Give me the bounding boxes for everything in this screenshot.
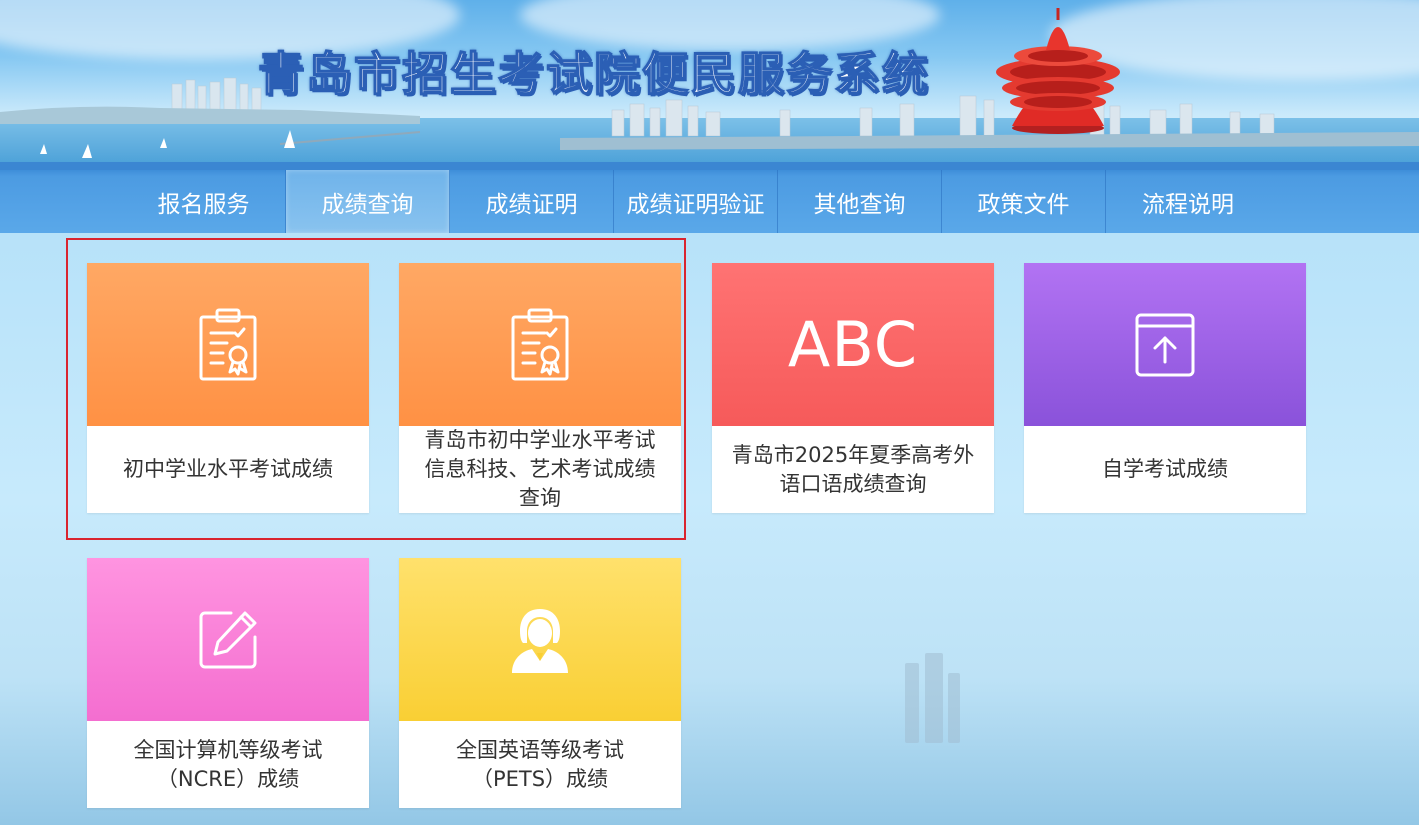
card-label: 全国计算机等级考试 （NCRE）成绩	[133, 737, 323, 791]
card-ncre-score[interactable]: 全国计算机等级考试 （NCRE）成绩	[87, 558, 369, 808]
nav-item-score-query[interactable]: 成绩查询	[286, 170, 450, 233]
nav-item-score-certificate[interactable]: 成绩证明	[450, 170, 614, 233]
card-label: 全国英语等级考试 （PETS）成绩	[456, 737, 624, 791]
certificate-clipboard-icon	[511, 308, 569, 380]
card-junior-exam-score[interactable]: 初中学业水平考试成绩	[87, 263, 369, 513]
nav-item-process-guide[interactable]: 流程说明	[1106, 170, 1270, 233]
nav-item-policy-docs[interactable]: 政策文件	[942, 170, 1106, 233]
certificate-clipboard-icon	[199, 308, 257, 380]
card-self-study-exam-score[interactable]: 自学考试成绩	[1024, 263, 1306, 513]
card-label: 青岛市初中学业水平考试 信息科技、艺术考试成绩 查询	[424, 428, 656, 510]
nav-item-registration[interactable]: 报名服务	[122, 170, 286, 233]
site-title: 青岛市招生考试院便民服务系统	[257, 46, 930, 102]
upload-box-icon	[1135, 313, 1195, 376]
card-label: 初中学业水平考试成绩	[123, 457, 333, 481]
card-pets-score[interactable]: 全国英语等级考试 （PETS）成绩	[399, 558, 681, 808]
nav-item-certificate-verify[interactable]: 成绩证明验证	[614, 170, 778, 233]
card-it-art-exam-score[interactable]: 青岛市初中学业水平考试 信息科技、艺术考试成绩 查询	[399, 263, 681, 513]
person-headset-icon	[512, 608, 568, 673]
header-banner: 青岛市招生考试院便民服务系统	[0, 0, 1419, 162]
abc-icon: ABC	[787, 308, 919, 381]
card-oral-english-score[interactable]: ABC 青岛市2025年夏季高考外 语口语成绩查询	[712, 263, 994, 513]
card-label: 青岛市2025年夏季高考外 语口语成绩查询	[731, 442, 975, 496]
card-label: 自学考试成绩	[1102, 457, 1228, 481]
nav-item-other-query[interactable]: 其他查询	[778, 170, 942, 233]
main-nav: 报名服务 成绩查询 成绩证明 成绩证明验证 其他查询 政策文件 流程说明	[0, 162, 1419, 233]
edit-pencil-icon	[199, 611, 257, 668]
